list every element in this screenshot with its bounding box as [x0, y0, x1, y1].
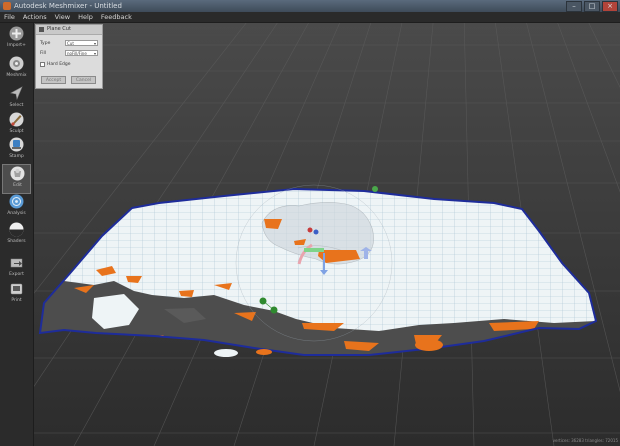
status-bar: vertices: 36283 triangles: 72015	[552, 438, 618, 443]
menu-feedback[interactable]: Feedback	[97, 12, 136, 22]
export-icon	[10, 258, 23, 268]
menu-help[interactable]: Help	[74, 12, 97, 22]
tool-edit[interactable]: Edit	[2, 164, 31, 194]
3d-viewport[interactable]	[34, 23, 620, 446]
tool-analysis[interactable]: Analysis	[2, 193, 31, 223]
accept-button[interactable]: Accept	[41, 76, 66, 84]
tool-label: Print	[11, 298, 22, 303]
tool-meshmix[interactable]: Meshmix	[2, 55, 31, 85]
type-select-value: Cut	[67, 41, 74, 46]
analysis-icon	[9, 194, 24, 209]
menu-actions[interactable]: Actions	[19, 12, 51, 22]
panel-icon	[39, 27, 44, 32]
maximize-button[interactable]: □	[584, 1, 600, 12]
stamp-icon	[9, 137, 24, 152]
title-bar: Autodesk Meshmixer - Untitled – □ ×	[0, 0, 620, 12]
left-toolbar: Import+ Meshmix Select Sculpt Stamp Edit…	[0, 23, 34, 446]
sculpt-brush-icon	[9, 112, 24, 127]
tool-label: Import+	[7, 43, 26, 48]
tool-label: Select	[9, 103, 24, 108]
type-select[interactable]: Cut ▾	[65, 40, 98, 46]
plus-icon	[9, 26, 24, 41]
fill-select[interactable]: noFill/Fine ▾	[65, 50, 98, 56]
panel-title: Plane Cut	[47, 26, 71, 32]
close-button[interactable]: ×	[602, 1, 618, 12]
tool-print[interactable]: Print	[2, 280, 31, 310]
tool-label: Stamp	[9, 154, 24, 159]
tool-import[interactable]: Import+	[2, 25, 31, 55]
chevron-down-icon: ▾	[93, 41, 96, 46]
tool-label: Sculpt	[9, 129, 24, 134]
scene-canvas[interactable]	[34, 23, 620, 446]
app-window: Autodesk Meshmixer - Untitled – □ × File…	[0, 0, 620, 446]
app-logo-icon	[3, 2, 11, 10]
select-arrow-icon	[10, 86, 23, 101]
fill-label: Fill	[40, 51, 47, 56]
panel-header: Plane Cut	[36, 25, 102, 35]
edit-icon	[10, 166, 25, 181]
type-label: Type	[40, 41, 51, 46]
fill-select-value: noFill/Fine	[67, 51, 87, 56]
shaders-icon	[9, 222, 24, 237]
tool-label: Edit	[13, 183, 22, 188]
tool-label: Analysis	[7, 211, 26, 216]
tool-label: Meshmix	[6, 73, 27, 78]
cancel-button[interactable]: Cancel	[71, 76, 96, 84]
window-controls: – □ ×	[566, 1, 618, 12]
tool-label: Shaders	[7, 239, 26, 244]
plane-cut-panel: Plane Cut Type Cut ▾ Fill noFill/Fine ▾ …	[35, 24, 103, 89]
tool-label: Export	[9, 272, 24, 277]
meshmix-icon	[9, 56, 24, 71]
menu-view[interactable]: View	[51, 12, 74, 22]
window-title: Autodesk Meshmixer - Untitled	[14, 2, 122, 10]
tool-shaders[interactable]: Shaders	[2, 221, 31, 251]
print-icon	[10, 283, 23, 295]
hard-edge-checkbox[interactable]	[40, 62, 45, 67]
hard-edge-label: Hard Edge	[47, 62, 71, 67]
menu-file[interactable]: File	[0, 12, 19, 22]
tool-stamp[interactable]: Stamp	[2, 136, 31, 166]
chevron-down-icon: ▾	[93, 51, 96, 56]
minimize-button[interactable]: –	[566, 1, 582, 12]
menu-bar: File Actions View Help Feedback	[0, 12, 620, 23]
